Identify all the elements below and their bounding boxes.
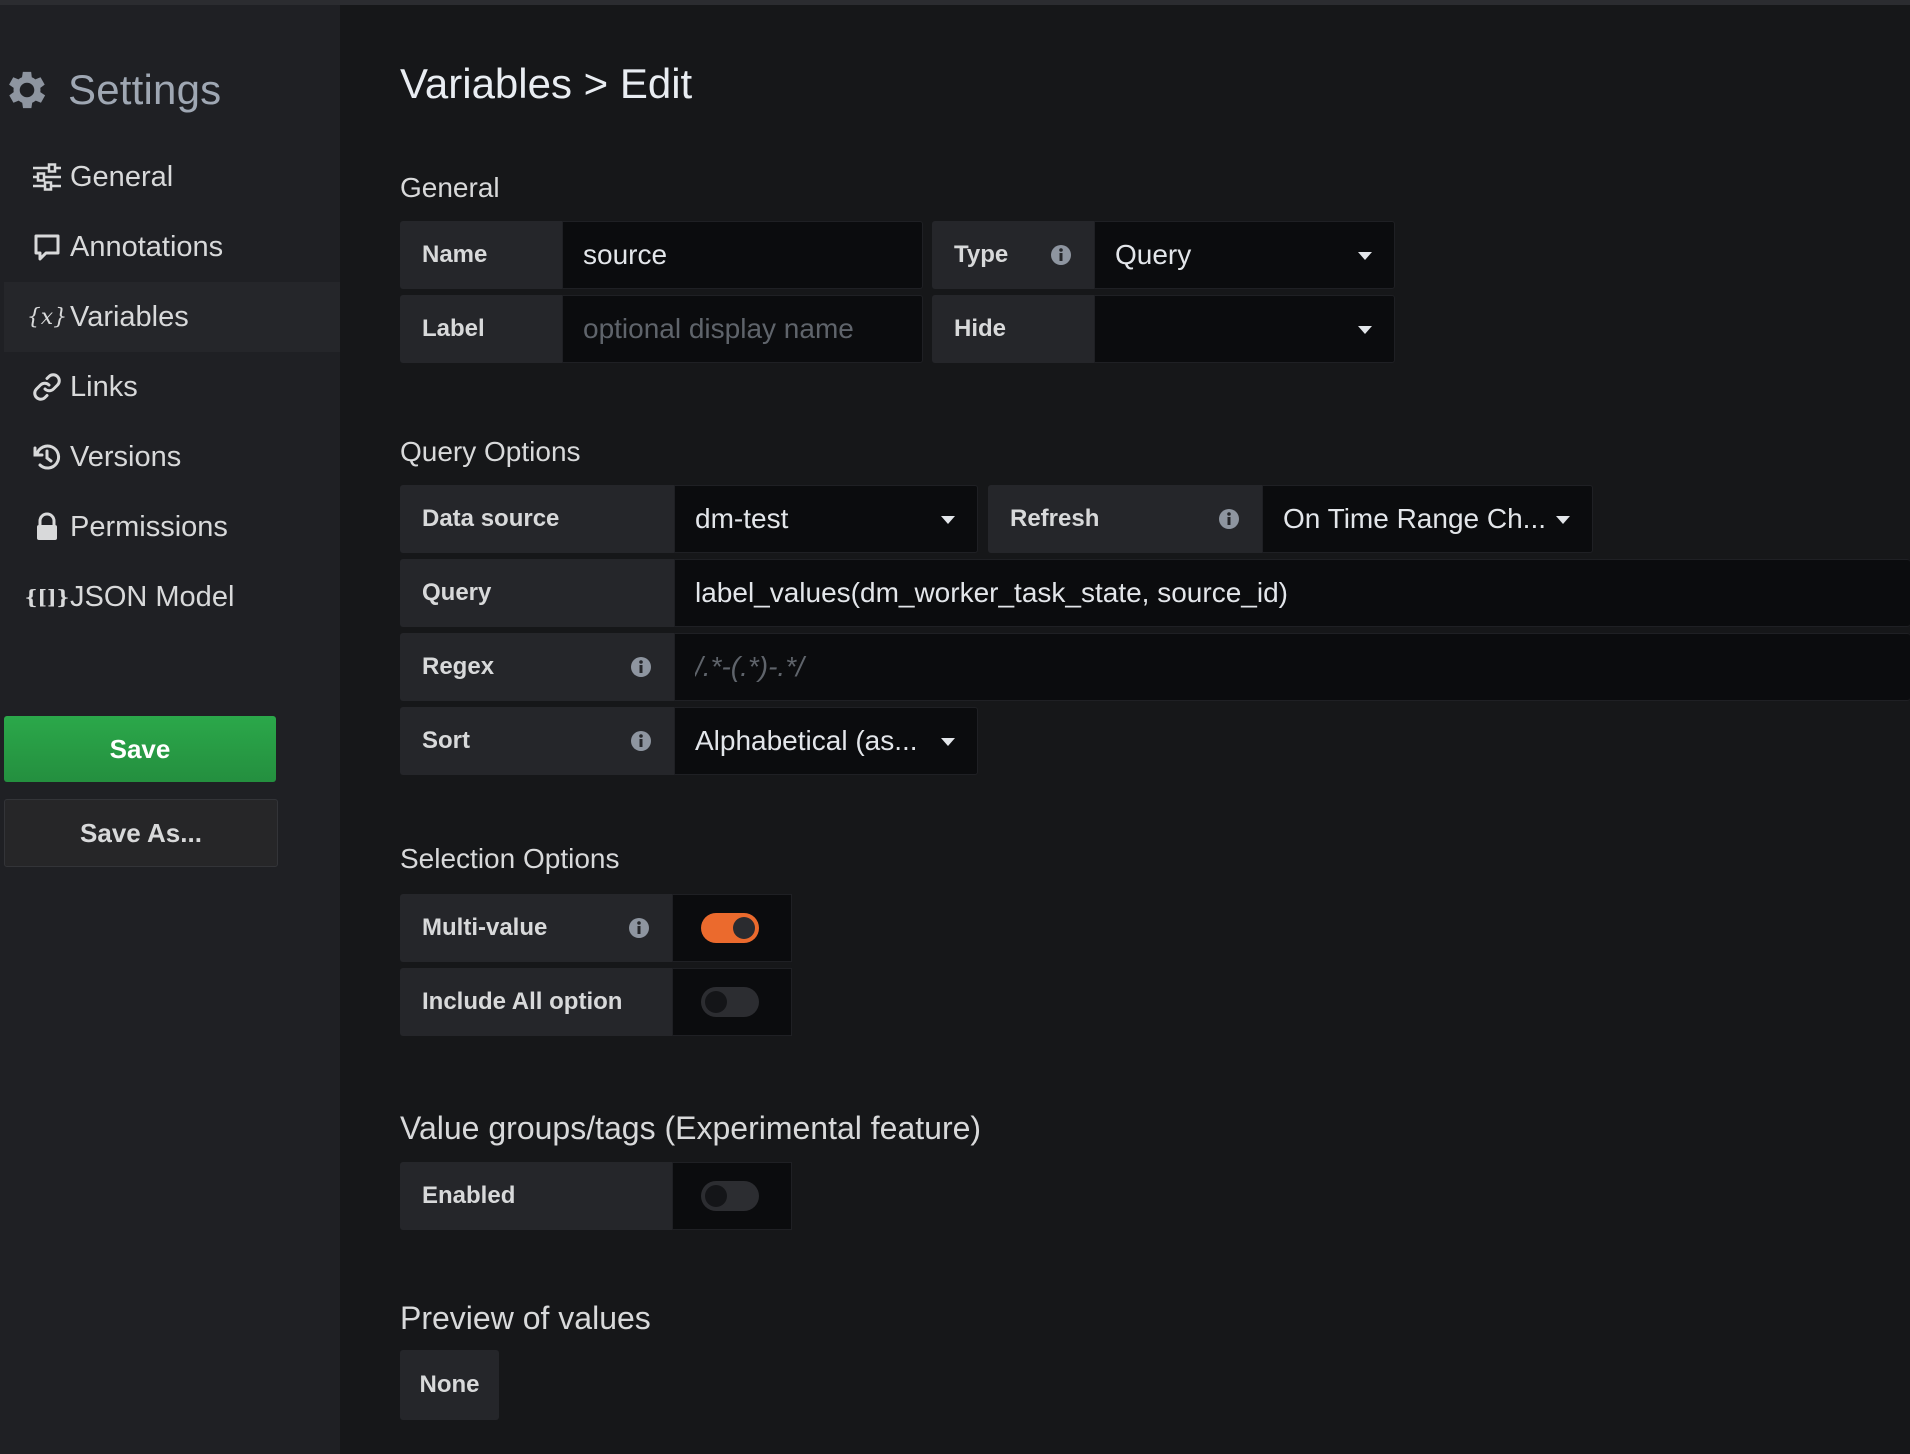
chevron-down-icon [1358, 326, 1372, 334]
hide-label: Hide [932, 295, 1094, 363]
save-button[interactable]: Save [4, 716, 276, 782]
link-icon [30, 370, 64, 404]
type-label: Type [932, 221, 1094, 289]
sidebar-item-permissions[interactable]: Permissions [4, 492, 340, 562]
refresh-select-value: On Time Range Ch... [1283, 503, 1547, 534]
sidebar-header: Settings [0, 57, 221, 123]
query-input[interactable] [695, 577, 1910, 609]
gear-icon [9, 71, 46, 109]
toggle-knob [705, 1185, 727, 1207]
history-icon [30, 440, 64, 474]
multi-value-label: Multi-value [400, 894, 672, 962]
variable-editor: Variables > Edit General Name Type Query… [340, 5, 1910, 1454]
include-all-label: Include All option [400, 968, 672, 1036]
page-title: Variables > Edit [400, 60, 693, 107]
sidebar-item-label: JSON Model [70, 580, 235, 613]
sidebar-item-general[interactable]: General [4, 142, 340, 212]
save-as-button[interactable]: Save As... [4, 799, 278, 867]
section-title-general: General [400, 172, 500, 203]
regex-input[interactable] [695, 651, 1910, 683]
sidebar-item-variables[interactable]: {x} Variables [4, 282, 340, 352]
sidebar-item-links[interactable]: Links [4, 352, 340, 422]
sidebar-item-json-model[interactable]: {[]} JSON Model [4, 562, 340, 632]
name-label: Name [400, 221, 562, 289]
refresh-label: Refresh [988, 485, 1262, 553]
toggle-knob [705, 991, 727, 1013]
hide-select[interactable] [1094, 295, 1395, 363]
info-icon[interactable] [630, 656, 652, 678]
json-icon: {[]} [24, 585, 70, 609]
label-input[interactable] [583, 313, 922, 345]
enabled-label: Enabled [400, 1162, 672, 1230]
comment-icon [30, 230, 64, 264]
type-select[interactable]: Query [1094, 221, 1395, 289]
info-icon[interactable] [1218, 508, 1240, 530]
multi-value-label-text: Multi-value [422, 914, 548, 941]
query-input-box[interactable] [674, 559, 1910, 627]
section-title-value-groups: Value groups/tags (Experimental feature) [400, 1110, 982, 1146]
sort-select-value: Alphabetical (as... [695, 725, 918, 756]
enabled-toggle[interactable] [701, 1181, 759, 1211]
datasource-select[interactable]: dm-test [674, 485, 978, 553]
datasource-label: Data source [400, 485, 674, 553]
sidebar-item-versions[interactable]: Versions [4, 422, 340, 492]
name-input-box[interactable] [562, 221, 923, 289]
multi-value-toggle-box [672, 894, 792, 962]
sliders-icon [30, 160, 64, 194]
sidebar-item-annotations[interactable]: Annotations [4, 212, 340, 282]
lock-icon [30, 510, 64, 544]
variable-icon: {x} [26, 304, 68, 330]
sidebar-item-label: Versions [70, 440, 182, 473]
label-input-box[interactable] [562, 295, 923, 363]
datasource-select-value: dm-test [695, 503, 789, 534]
enabled-toggle-box [672, 1162, 792, 1230]
chevron-down-icon [941, 516, 955, 524]
sidebar-item-label: Links [70, 370, 138, 403]
chevron-down-icon [941, 738, 955, 746]
sort-select[interactable]: Alphabetical (as... [674, 707, 978, 775]
info-icon[interactable] [1050, 244, 1072, 266]
section-title-query-options: Query Options [400, 436, 581, 467]
regex-label: Regex [400, 633, 674, 701]
query-label: Query [400, 559, 674, 627]
refresh-select[interactable]: On Time Range Ch... [1262, 485, 1593, 553]
info-icon[interactable] [630, 730, 652, 752]
sidebar-title: Settings [68, 66, 222, 113]
sidebar-item-label: Variables [70, 300, 189, 333]
sort-label: Sort [400, 707, 674, 775]
regex-input-box[interactable] [674, 633, 1910, 701]
type-select-value: Query [1115, 239, 1192, 270]
name-input[interactable] [583, 239, 922, 271]
include-all-toggle[interactable] [701, 987, 759, 1017]
sidebar-item-label: Permissions [70, 510, 228, 543]
info-icon[interactable] [628, 917, 650, 939]
chevron-down-icon [1358, 252, 1372, 260]
sidebar-item-label: General [70, 160, 174, 193]
section-title-preview: Preview of values [400, 1300, 651, 1336]
regex-label-text: Regex [422, 653, 495, 680]
multi-value-toggle[interactable] [701, 913, 759, 943]
type-label-text: Type [954, 241, 1009, 268]
toggle-knob [733, 917, 755, 939]
section-title-selection-options: Selection Options [400, 843, 620, 874]
preview-value-tag: None [400, 1350, 499, 1420]
chevron-down-icon [1556, 516, 1570, 524]
sort-label-text: Sort [422, 727, 470, 754]
settings-sidebar: Settings General Annotations {x} Variabl… [0, 5, 340, 1454]
include-all-toggle-box [672, 968, 792, 1036]
sidebar-item-label: Annotations [70, 230, 224, 263]
label-label: Label [400, 295, 562, 363]
refresh-label-text: Refresh [1010, 505, 1100, 532]
